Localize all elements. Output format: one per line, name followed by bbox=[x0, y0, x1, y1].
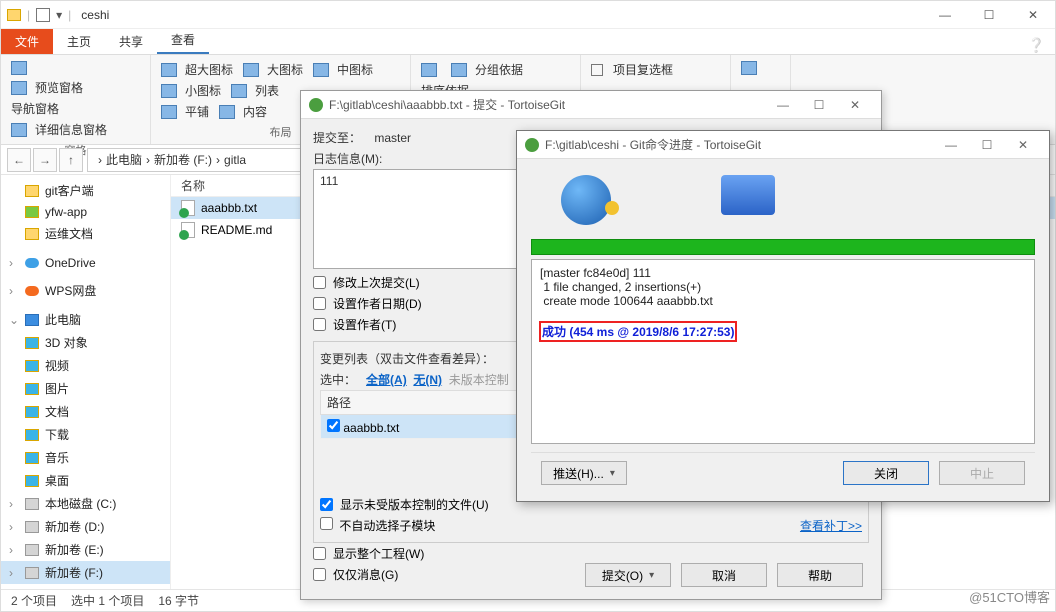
select-all-link[interactable]: 全部(A) bbox=[366, 373, 407, 387]
large-icons-button[interactable]: 大图标 bbox=[243, 61, 303, 78]
tab-file[interactable]: 文件 bbox=[1, 29, 53, 54]
tree-node-wps[interactable]: ›WPS网盘 bbox=[1, 279, 170, 302]
tree-node-pictures[interactable]: 图片 bbox=[1, 377, 170, 400]
maximize-button[interactable]: ☐ bbox=[801, 93, 837, 117]
divider-icon: | bbox=[68, 8, 71, 22]
forward-button[interactable]: → bbox=[33, 148, 57, 172]
sort-icon bbox=[421, 63, 437, 77]
show-whole-project-checkbox[interactable] bbox=[313, 547, 326, 560]
tab-share[interactable]: 共享 bbox=[105, 29, 157, 54]
help-button[interactable]: 帮助 bbox=[777, 563, 863, 587]
file-icon bbox=[181, 200, 195, 216]
commit-to-label: 提交至： bbox=[313, 131, 361, 145]
tree-node-git-client[interactable]: git客户端 bbox=[1, 179, 170, 202]
tree-node-downloads[interactable]: 下载 bbox=[1, 423, 170, 446]
globe-icon bbox=[561, 175, 611, 225]
back-button[interactable]: ← bbox=[7, 148, 31, 172]
tab-home[interactable]: 主页 bbox=[53, 29, 105, 54]
tree-node-yfw-app[interactable]: yfw-app bbox=[1, 202, 170, 222]
row-checkbox[interactable] bbox=[327, 419, 340, 432]
options-icon[interactable] bbox=[741, 61, 757, 75]
minimize-button[interactable]: — bbox=[923, 1, 967, 29]
close-button[interactable]: ✕ bbox=[1011, 1, 1055, 29]
maximize-button[interactable]: ☐ bbox=[967, 1, 1011, 29]
window-title: ceshi bbox=[77, 8, 109, 22]
preview-pane-button[interactable]: 预览窗格 bbox=[11, 79, 83, 96]
status-item-count: 2 个项目 bbox=[11, 592, 57, 609]
tree-node-music[interactable]: 音乐 bbox=[1, 446, 170, 469]
tree-node-drive-e[interactable]: ›新加卷 (E:) bbox=[1, 538, 170, 561]
file-icon bbox=[181, 222, 195, 238]
details-pane-button[interactable]: 详细信息窗格 bbox=[11, 121, 107, 138]
push-button[interactable]: 推送(H)... bbox=[541, 461, 627, 485]
tree-node-desktop[interactable]: 桌面 bbox=[1, 469, 170, 492]
divider-icon: | bbox=[27, 8, 30, 22]
save-icon[interactable] bbox=[36, 8, 50, 22]
list-button[interactable]: 列表 bbox=[231, 82, 279, 99]
tree-node-ops-doc[interactable]: 运维文档 bbox=[1, 222, 170, 245]
tree-node-onedrive[interactable]: ›OneDrive bbox=[1, 253, 170, 273]
checkbox-icon[interactable] bbox=[591, 64, 603, 76]
content-button[interactable]: 内容 bbox=[219, 103, 267, 120]
nav-pane-icon bbox=[11, 61, 27, 75]
commit-title: F:\gitlab\ceshi\aaabbb.txt - 提交 - Tortoi… bbox=[329, 96, 565, 113]
group-by-button[interactable]: 分组依据 bbox=[451, 61, 523, 78]
select-none-link[interactable]: 无(N) bbox=[413, 373, 442, 387]
small-icons-button[interactable]: 小图标 bbox=[161, 82, 221, 99]
progress-dialog: F:\gitlab\ceshi - Git命令进度 - TortoiseGit … bbox=[516, 130, 1050, 502]
minimize-button[interactable]: — bbox=[765, 93, 801, 117]
view-patch-link[interactable]: 查看补丁>> bbox=[800, 517, 862, 534]
tree-node-drive-d[interactable]: ›新加卷 (D:) bbox=[1, 515, 170, 538]
tree-node-3d[interactable]: 3D 对象 bbox=[1, 331, 170, 354]
help-icon[interactable]: ❔ bbox=[1018, 37, 1055, 54]
commit-branch: master bbox=[374, 131, 411, 145]
extra-large-icons-button[interactable]: 超大图标 bbox=[161, 61, 233, 78]
folder-icon bbox=[7, 9, 21, 21]
up-button[interactable]: ↑ bbox=[59, 148, 83, 172]
tree-node-this-pc[interactable]: ⌄此电脑 bbox=[1, 308, 170, 331]
progress-titlebar: F:\gitlab\ceshi - Git命令进度 - TortoiseGit … bbox=[517, 131, 1049, 159]
tiles-button[interactable]: 平铺 bbox=[161, 103, 209, 120]
close-button[interactable]: ✕ bbox=[837, 93, 873, 117]
tab-view[interactable]: 查看 bbox=[157, 27, 209, 54]
output-console[interactable]: [master fc84e0d] 111 1 file changed, 2 i… bbox=[531, 259, 1035, 444]
explorer-titlebar: | ▾ | ceshi — ☐ ✕ bbox=[1, 1, 1055, 29]
tree-node-documents[interactable]: 文档 bbox=[1, 400, 170, 423]
tree-node-drive-f[interactable]: ›新加卷 (F:) bbox=[1, 561, 170, 584]
no-auto-submodule-checkbox[interactable] bbox=[320, 517, 333, 530]
watermark: @51CTO博客 bbox=[969, 587, 1050, 606]
folder-big-icon bbox=[721, 175, 775, 215]
tree-node-video[interactable]: 视频 bbox=[1, 354, 170, 377]
minimize-button[interactable]: — bbox=[933, 133, 969, 157]
medium-icons-button[interactable]: 中图标 bbox=[313, 61, 373, 78]
status-size: 16 字节 bbox=[158, 592, 199, 609]
show-unversioned-checkbox[interactable] bbox=[320, 498, 333, 511]
commit-titlebar: F:\gitlab\ceshi\aaabbb.txt - 提交 - Tortoi… bbox=[301, 91, 881, 119]
tortoisegit-icon bbox=[525, 138, 539, 152]
chevron-down-icon[interactable]: ▾ bbox=[56, 8, 62, 22]
progress-bar bbox=[531, 239, 1035, 255]
only-message-checkbox[interactable] bbox=[313, 568, 326, 581]
ribbon-tabs: 文件 主页 共享 查看 ❔ bbox=[1, 29, 1055, 55]
commit-button[interactable]: 提交(O) bbox=[585, 563, 671, 587]
author-checkbox[interactable] bbox=[313, 318, 326, 331]
progress-title: F:\gitlab\ceshi - Git命令进度 - TortoiseGit bbox=[545, 136, 761, 153]
tree-node-drive-c[interactable]: ›本地磁盘 (C:) bbox=[1, 492, 170, 515]
cancel-button[interactable]: 取消 bbox=[681, 563, 767, 587]
close-button[interactable]: 关闭 bbox=[843, 461, 929, 485]
close-button[interactable]: ✕ bbox=[1005, 133, 1041, 157]
status-selected: 选中 1 个项目 bbox=[71, 592, 144, 609]
maximize-button[interactable]: ☐ bbox=[969, 133, 1005, 157]
abort-button[interactable]: 中止 bbox=[939, 461, 1025, 485]
amend-checkbox[interactable] bbox=[313, 276, 326, 289]
nav-tree[interactable]: git客户端 yfw-app 运维文档 ›OneDrive ›WPS网盘 ⌄此电… bbox=[1, 175, 171, 589]
item-checkbox-button[interactable]: 项目复选框 bbox=[613, 61, 673, 78]
author-date-checkbox[interactable] bbox=[313, 297, 326, 310]
tortoisegit-icon bbox=[309, 98, 323, 112]
nav-pane-button[interactable]: 导航窗格 bbox=[11, 100, 59, 117]
